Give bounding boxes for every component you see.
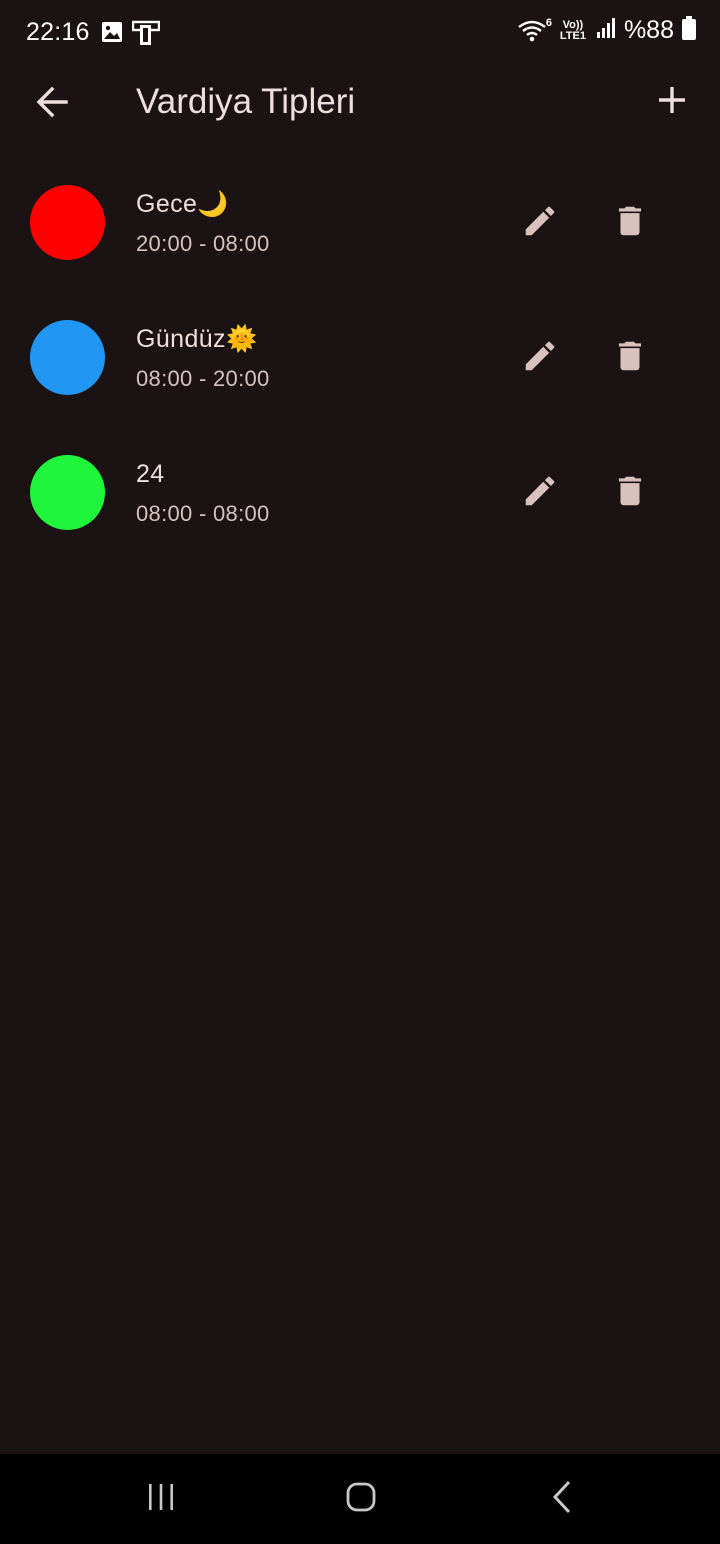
delete-button[interactable] [606,334,654,382]
nav-back-icon [548,1480,578,1519]
list-item[interactable]: Gündüz🌞 08:00 - 20:00 [0,290,720,425]
shift-time: 20:00 - 08:00 [136,231,270,256]
plus-icon [657,85,687,120]
recent-apps-icon [146,1482,176,1517]
list-item[interactable]: Gece🌙 20:00 - 08:00 [0,155,720,290]
wifi-icon: 6 [518,16,552,45]
edit-button[interactable] [516,199,564,247]
shift-time: 08:00 - 20:00 [136,366,270,391]
pencil-icon [521,472,559,515]
status-right-icons: 6 Vo)) LTE1 %88 [518,16,696,45]
shift-time: 08:00 - 08:00 [136,501,270,526]
status-time: 22:16 [26,18,90,46]
back-button[interactable] [30,82,74,126]
wifi-sub-label: 6 [545,16,552,29]
screen-cast-icon [131,20,161,51]
battery-percent: %88 [623,16,674,44]
home-button[interactable] [336,1474,386,1524]
shift-name: Gündüz🌞 [136,325,258,353]
pencil-icon [521,337,559,380]
pencil-icon [521,202,559,245]
home-icon [345,1481,377,1518]
status-bar: 22:16 6 Vo)) LTE1 %88 [0,0,720,66]
add-shift-type-button[interactable] [650,80,694,124]
delete-button[interactable] [606,469,654,517]
signal-icon [596,17,616,44]
gallery-icon [100,20,124,51]
shift-name: Gece🌙 [136,190,229,218]
shift-color-dot [30,455,105,530]
trash-icon [611,472,649,515]
volte-icon: Vo)) LTE1 [558,18,588,42]
shift-name: 24 [136,460,165,488]
network-type-label: LTE1 [559,29,586,42]
page-title: Vardiya Tipleri [136,82,356,121]
edit-button[interactable] [516,334,564,382]
list-item[interactable]: 24 08:00 - 08:00 [0,425,720,560]
status-left-icons [100,20,161,51]
shift-type-list: Gece🌙 20:00 - 08:00 Gündüz🌞 08:00 - 20:0… [0,155,720,560]
arrow-back-icon [35,85,69,124]
system-nav-bar [0,1454,720,1544]
shift-color-dot [30,185,105,260]
battery-icon [682,16,696,45]
recent-apps-button[interactable] [136,1474,186,1524]
trash-icon [611,202,649,245]
shift-color-dot [30,320,105,395]
nav-back-button[interactable] [538,1474,588,1524]
trash-icon [611,337,649,380]
edit-button[interactable] [516,469,564,517]
app-bar: Vardiya Tipleri [0,66,720,140]
delete-button[interactable] [606,199,654,247]
volte-label: Vo)) [562,18,584,31]
